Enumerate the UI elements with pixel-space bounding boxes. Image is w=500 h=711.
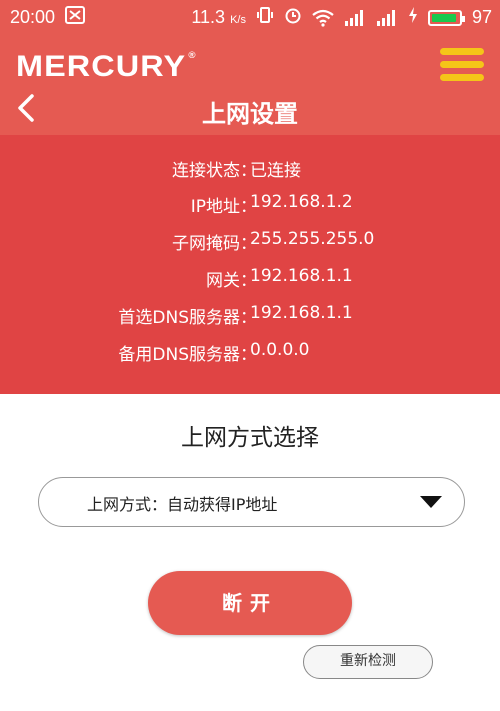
signal-icon-2	[376, 7, 398, 28]
battery-icon	[427, 9, 465, 26]
info-value: 255.255.255.0	[250, 229, 375, 249]
menu-button[interactable]	[440, 48, 484, 82]
signal-icon	[344, 7, 366, 28]
redetect-button[interactable]: 重新检测	[303, 645, 433, 679]
info-row-primary-dns: 首选DNS服务器： 192.168.1.1	[118, 303, 353, 328]
info-key: 网关	[206, 271, 240, 291]
battery-level: 97	[471, 7, 492, 27]
dropdown-arrow-icon	[420, 496, 442, 508]
info-key: IP地址	[190, 197, 240, 217]
info-key: 子网掩码	[172, 234, 240, 254]
status-bar: 20:00 11.3 K/s 97	[0, 0, 500, 32]
page-title: 上网设置	[202, 100, 298, 128]
status-time: 20:00	[10, 7, 56, 27]
info-row-gateway: 网关： 192.168.1.1	[206, 266, 353, 291]
info-value: 已连接	[250, 161, 301, 181]
info-row-status: 连接状态：已连接	[0, 156, 500, 186]
net-speed: 11.3 K/s	[191, 7, 246, 27]
connection-info-panel: 连接状态：已连接 IP地址： 192.168.1.2 子网掩码： 255.255.2…	[0, 135, 500, 394]
notification-icon	[65, 6, 86, 29]
method-section-title: 上网方式选择	[181, 425, 319, 451]
info-key: 连接状态	[172, 161, 240, 181]
app-header: MERCURY ® 上网设置	[0, 32, 500, 135]
disconnect-button[interactable]: 断开	[148, 571, 352, 635]
vibrate-icon	[256, 6, 274, 29]
info-value: 192.168.1.1	[250, 303, 353, 323]
info-value: 192.168.1.1	[250, 266, 353, 286]
info-key: 首选DNS服务器	[118, 308, 240, 328]
connection-method-select[interactable]: 上网方式：自动获得IP地址	[38, 477, 465, 527]
info-value: 0.0.0.0	[250, 340, 310, 360]
charging-icon	[408, 6, 418, 29]
info-value: 192.168.1.2	[250, 192, 353, 212]
brand-logo: MERCURY ®	[16, 50, 197, 83]
info-key: 备用DNS服务器	[118, 345, 240, 365]
info-row-secondary-dns: 备用DNS服务器： 0.0.0.0	[118, 340, 310, 365]
menu-icon	[440, 48, 484, 55]
info-row-ip: IP地址： 192.168.1.2	[190, 192, 353, 217]
alarm-icon	[284, 6, 302, 29]
info-row-subnet: 子网掩码： 255.255.255.0	[172, 229, 375, 254]
wifi-icon	[312, 7, 334, 28]
select-value: 上网方式：自动获得IP地址	[87, 495, 278, 514]
